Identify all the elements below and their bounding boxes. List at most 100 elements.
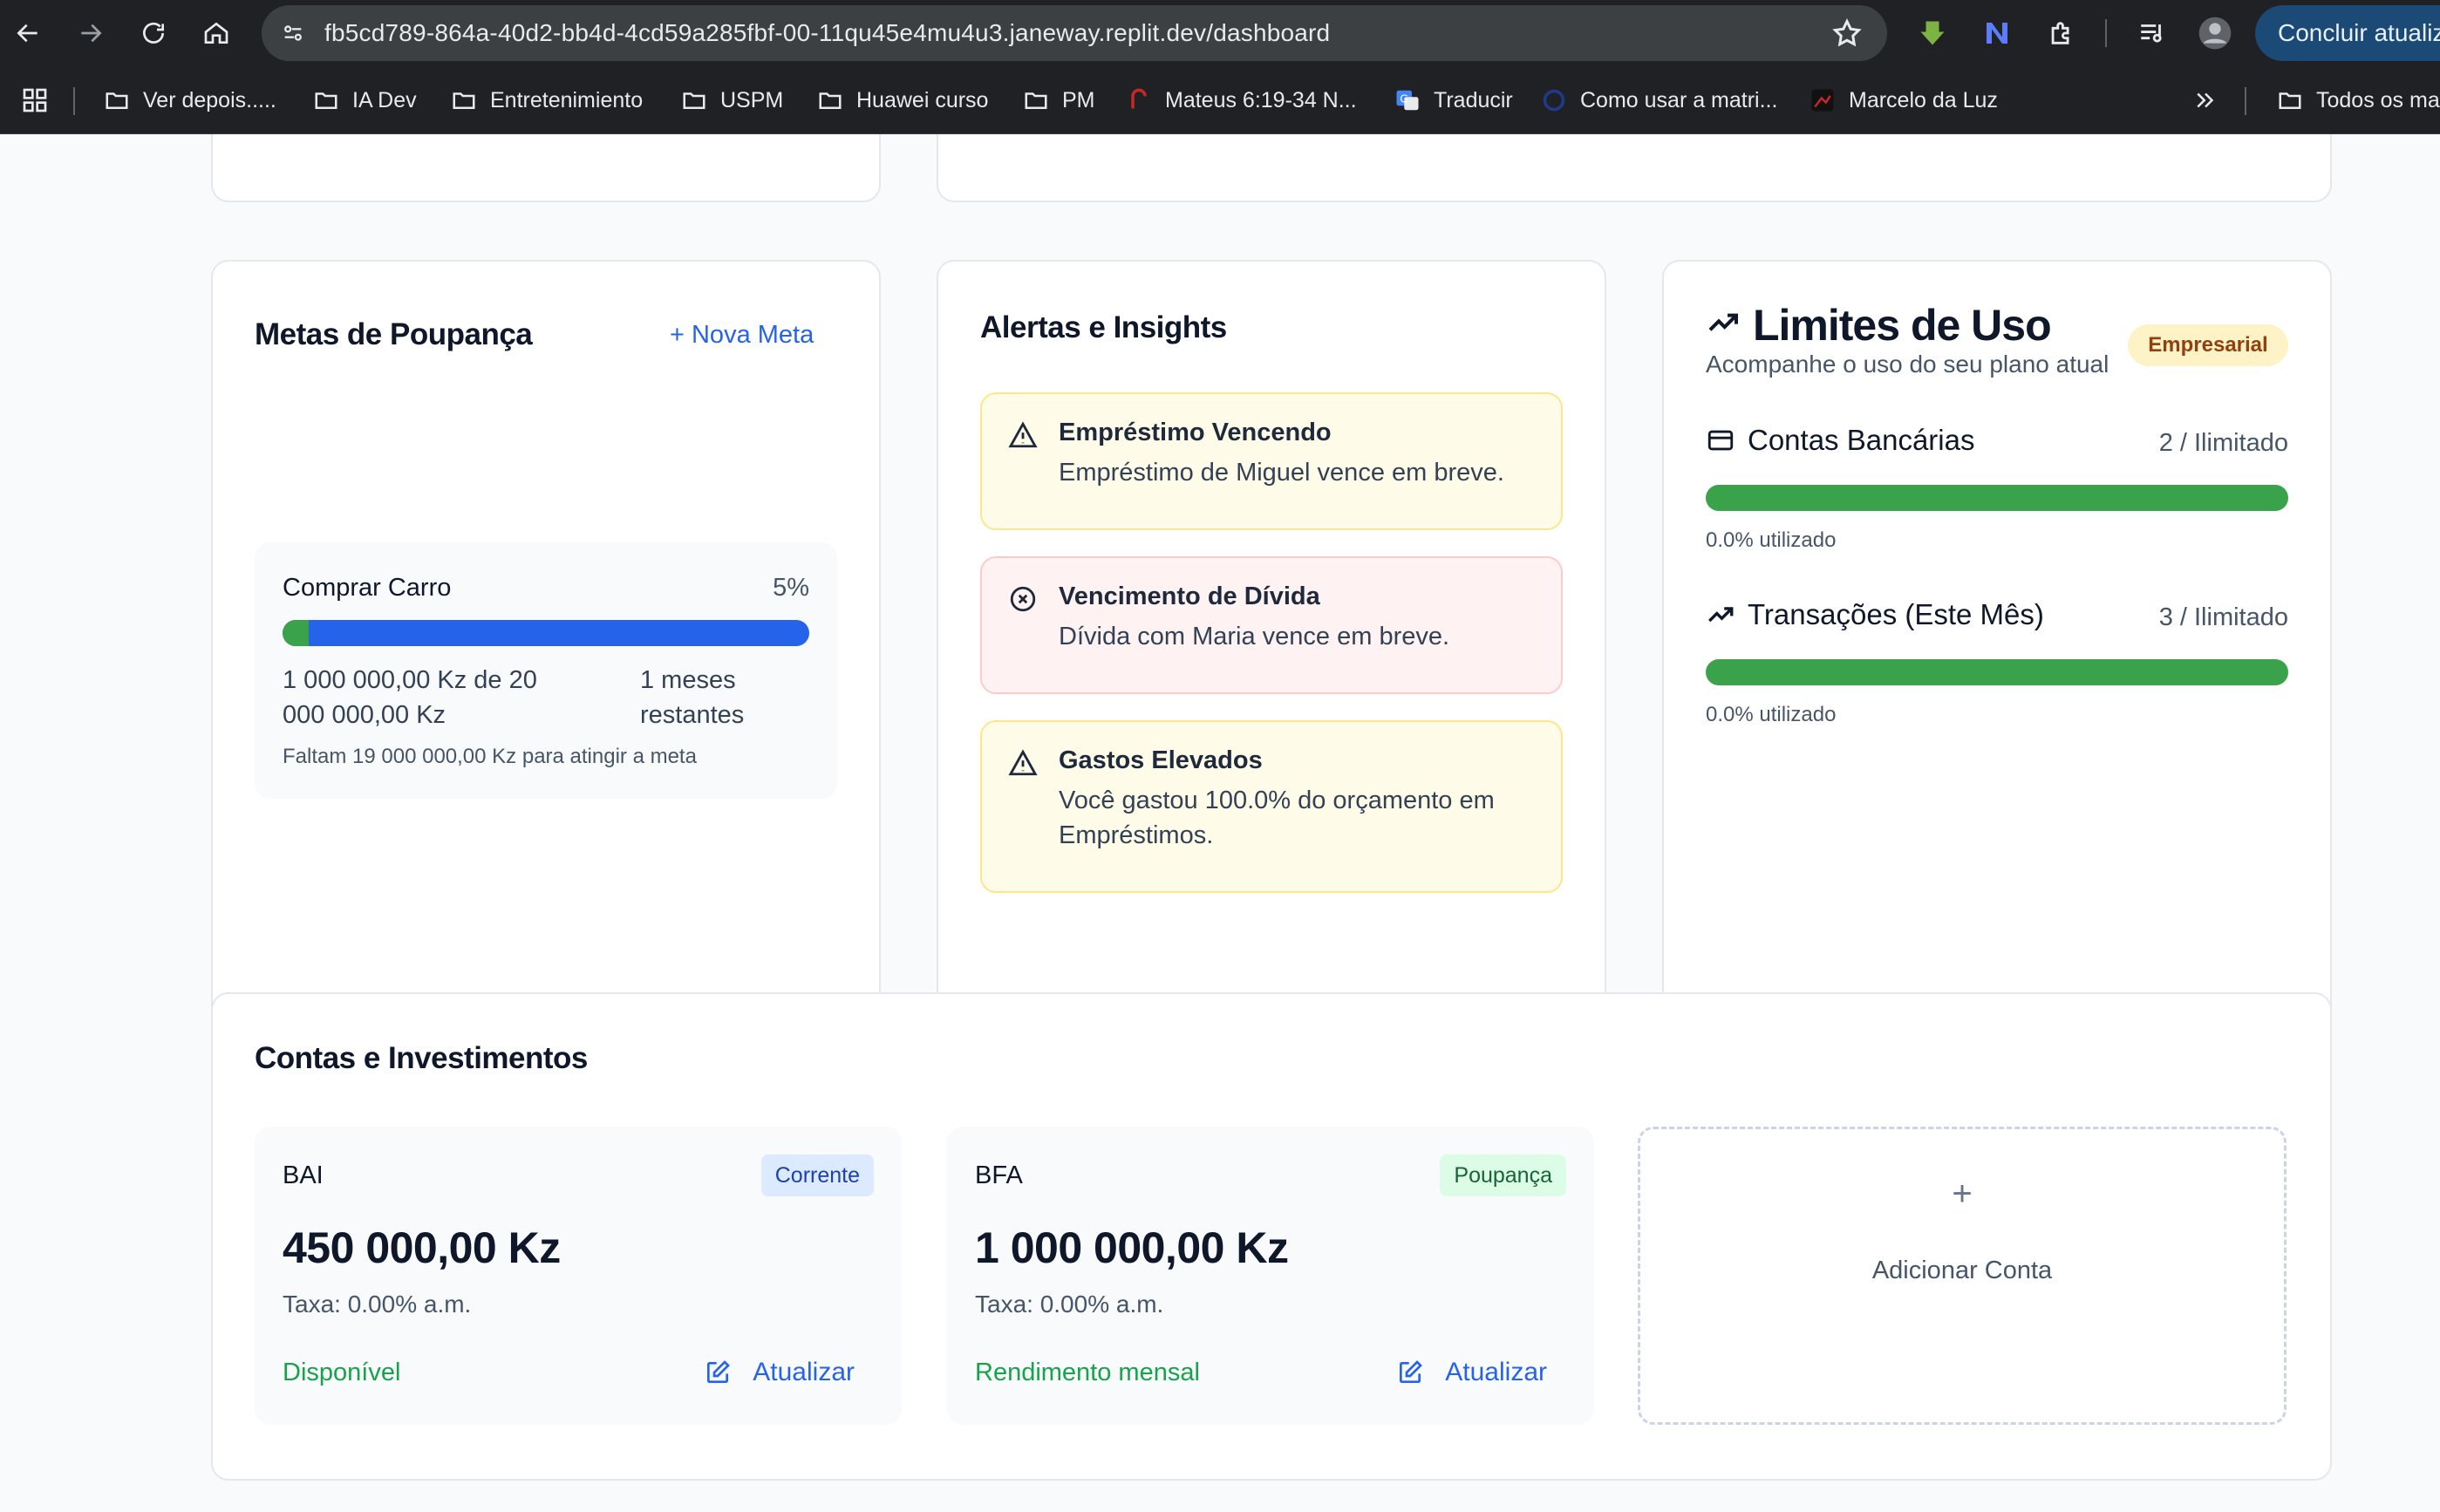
- bookmark-label: Marcelo da Luz: [1849, 87, 1998, 112]
- goal-months-left: 1 meses restantes: [640, 666, 745, 729]
- folder-icon: [450, 86, 478, 114]
- folder-icon: [2276, 86, 2304, 114]
- bookmark-item[interactable]: USPM: [680, 66, 783, 134]
- goal-name: Comprar Carro: [283, 574, 452, 602]
- alert-text: Dívida com Maria vence em breve.: [1059, 623, 1450, 650]
- update-account-button[interactable]: Atualizar: [704, 1348, 855, 1397]
- apps-icon[interactable]: [21, 66, 49, 134]
- bookmarks-bar: Ver depois..... IA Dev Entretenimiento U…: [0, 66, 2440, 134]
- folder-icon: [1022, 86, 1050, 114]
- url-text[interactable]: fb5cd789-864a-40d2-bb4d-4cd59a285fbf-00-…: [324, 5, 1330, 61]
- bookmark-label: Ver depois.....: [143, 87, 276, 112]
- browser-toolbar: fb5cd789-864a-40d2-bb4d-4cd59a285fbf-00-…: [0, 0, 2440, 66]
- goal-progress-bar: [283, 620, 809, 646]
- update-label: Atualizar: [753, 1358, 855, 1386]
- new-goal-button[interactable]: + Nova Meta: [670, 321, 814, 350]
- account-type-badge: Corrente: [760, 1154, 874, 1196]
- plan-badge: Empresarial: [2128, 324, 2288, 366]
- edit-icon: [1400, 1360, 1423, 1383]
- add-account-button[interactable]: + Adicionar Conta: [1638, 1127, 2287, 1425]
- alert-item[interactable]: Vencimento de Dívida Dívida com Maria ve…: [980, 556, 1563, 694]
- warning-triangle-icon: [1008, 749, 1038, 776]
- account-status: Disponível: [283, 1359, 401, 1386]
- update-account-button[interactable]: Atualizar: [1396, 1348, 1547, 1397]
- credit-card-icon: [1707, 430, 1734, 451]
- bookmark-item[interactable]: Marcelo da Luz: [1809, 66, 1998, 134]
- update-label: Atualizar: [1445, 1358, 1547, 1386]
- profile-avatar-icon[interactable]: [2198, 16, 2232, 51]
- bookmark-item[interactable]: Ver depois.....: [103, 66, 276, 134]
- extensions-puzzle-icon[interactable]: [2044, 16, 2079, 51]
- bookmark-label: Todos os ma: [2316, 87, 2440, 112]
- limit-used-text: 0.0% utilizado: [1706, 703, 1837, 726]
- account-name: BFA: [975, 1161, 1023, 1189]
- bookmark-star-icon[interactable]: [1831, 17, 1863, 49]
- reload-button[interactable]: [134, 14, 173, 52]
- finish-update-button[interactable]: Concluir atualiz: [2255, 5, 2440, 61]
- back-button[interactable]: [9, 14, 47, 52]
- all-bookmarks-folder[interactable]: Todos os ma: [2276, 66, 2440, 134]
- folder-icon: [312, 86, 340, 114]
- bookmark-label: Huawei curso: [856, 87, 989, 112]
- dashboard-page: Metas de Poupança + Nova Meta Comprar Ca…: [0, 134, 2440, 1512]
- media-control-icon[interactable]: [2135, 16, 2170, 51]
- alert-text: Você gastou 100.0% do orçamento em Empré…: [1059, 787, 1495, 849]
- bookmark-item[interactable]: Entretenimiento: [450, 66, 643, 134]
- download-extension-icon[interactable]: [1915, 16, 1950, 51]
- account-item[interactable]: BAI Corrente 450 000,00 Kz Taxa: 0.00% a…: [255, 1127, 902, 1425]
- previous-card-right: [937, 134, 2332, 202]
- alerts-title: Alertas e Insights: [980, 310, 1227, 344]
- arrow-left-icon: [17, 24, 37, 43]
- goal-amount: 1 000 000,00 Kz de 20 000 000,00 Kz: [283, 666, 537, 729]
- bookmark-label: IA Dev: [352, 87, 417, 112]
- bookmarks-divider: [73, 87, 75, 115]
- forward-button[interactable]: [72, 14, 110, 52]
- bookmark-item[interactable]: Mateus 6:19-34 N...: [1125, 66, 1357, 134]
- goal-percent: 5%: [773, 574, 809, 602]
- account-rate: Taxa: 0.00% a.m.: [283, 1291, 472, 1318]
- account-item[interactable]: BFA Poupança 1 000 000,00 Kz Taxa: 0.00%…: [947, 1127, 1594, 1425]
- folder-icon: [103, 86, 131, 114]
- folder-icon: [816, 86, 844, 114]
- toolbar-divider: [2105, 19, 2107, 47]
- x-circle-icon: [1010, 586, 1036, 612]
- goal-progress-fill: [283, 620, 310, 646]
- alert-title: Gastos Elevados: [1059, 746, 1263, 774]
- trending-up-icon: [1708, 607, 1734, 623]
- bookmark-label: Como usar a matri...: [1580, 87, 1778, 112]
- reload-icon: [143, 22, 164, 44]
- goal-missing-text: Faltam 19 000 000,00 Kz para atingir a m…: [283, 745, 697, 768]
- account-status: Rendimento mensal: [975, 1359, 1200, 1386]
- site-settings-icon[interactable]: [277, 17, 309, 49]
- limit-progress-bar: [1706, 485, 2288, 511]
- bookmark-label: USPM: [720, 87, 784, 112]
- limit-value: 2 / Ilimitado: [2158, 429, 2288, 457]
- bookmark-item[interactable]: PM: [1022, 66, 1095, 134]
- account-rate: Taxa: 0.00% a.m.: [975, 1291, 1164, 1318]
- edit-icon: [707, 1360, 731, 1383]
- home-button[interactable]: [197, 14, 235, 52]
- accounts-title: Contas e Investimentos: [255, 1041, 588, 1075]
- usage-limits-subtitle: Acompanhe o uso do seu plano atual: [1706, 351, 2109, 378]
- bookmark-item[interactable]: IA Dev: [312, 66, 417, 134]
- alert-item[interactable]: Empréstimo Vencendo Empréstimo de Miguel…: [980, 392, 1563, 530]
- account-balance: 1 000 000,00 Kz: [975, 1223, 1289, 1272]
- bookmarks-divider: [2245, 87, 2246, 115]
- more-bookmarks-button[interactable]: [2192, 66, 2218, 134]
- arrow-right-icon: [81, 24, 102, 43]
- limit-progress-bar: [1706, 659, 2288, 685]
- savings-goals-title: Metas de Poupança: [255, 317, 533, 351]
- n-extension-icon[interactable]: [1980, 16, 2014, 51]
- translate-icon: G: [1394, 86, 1421, 114]
- goal-item[interactable]: Comprar Carro 5% 1 000 000,00 Kz de 20 0…: [255, 542, 837, 799]
- home-icon: [204, 22, 228, 44]
- bookmark-label: PM: [1062, 87, 1095, 112]
- bookmark-item[interactable]: G Traducir: [1394, 66, 1513, 134]
- bookmark-label: Traducir: [1434, 87, 1513, 112]
- usage-limits-title: Limites de Uso: [1753, 301, 2052, 350]
- alert-item[interactable]: Gastos Elevados Você gastou 100.0% do or…: [980, 720, 1563, 893]
- address-bar[interactable]: fb5cd789-864a-40d2-bb4d-4cd59a285fbf-00-…: [262, 5, 1887, 61]
- alert-text: Empréstimo de Miguel vence em breve.: [1059, 459, 1504, 487]
- bookmark-item[interactable]: Como usar a matri...: [1540, 66, 1777, 134]
- bookmark-item[interactable]: Huawei curso: [816, 66, 988, 134]
